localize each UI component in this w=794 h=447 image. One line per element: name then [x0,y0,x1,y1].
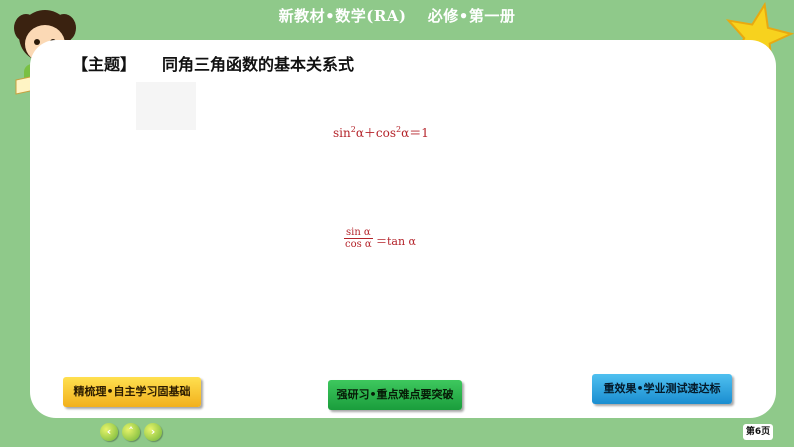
review-basics-button[interactable]: 精梳理•自主学习固基础 [63,377,201,407]
next-arrow-icon[interactable]: › [144,423,162,441]
quotient-identity-result: ＝tan α [376,235,416,248]
placeholder-box [136,82,196,130]
quotient-identity-fraction: sin α cos α [344,227,373,250]
up-arrow-icon[interactable]: ˄ [122,423,140,441]
fraction-numerator: sin α [344,227,373,239]
assessment-button[interactable]: 重效果•学业测试速达标 [592,374,732,404]
navigation-arrows: ‹ ˄ › [100,423,162,441]
topic-text: 同角三角函数的基本关系式 [162,55,355,74]
header-title: 新教材•数学(RA) 必修•第一册 [278,7,516,25]
prev-arrow-icon[interactable]: ‹ [100,423,118,441]
topic-label: 【主题】 [72,55,137,74]
fraction-denominator: cos α [345,239,372,250]
pythagorean-identity-formula: sin2α＋cos2α＝1 [333,125,429,140]
topic-heading: 【主题】 同角三角函数的基本关系式 [72,51,354,75]
key-points-button[interactable]: 强研习•重点难点要突破 [328,380,462,410]
page-number: 第6页 [743,424,773,440]
